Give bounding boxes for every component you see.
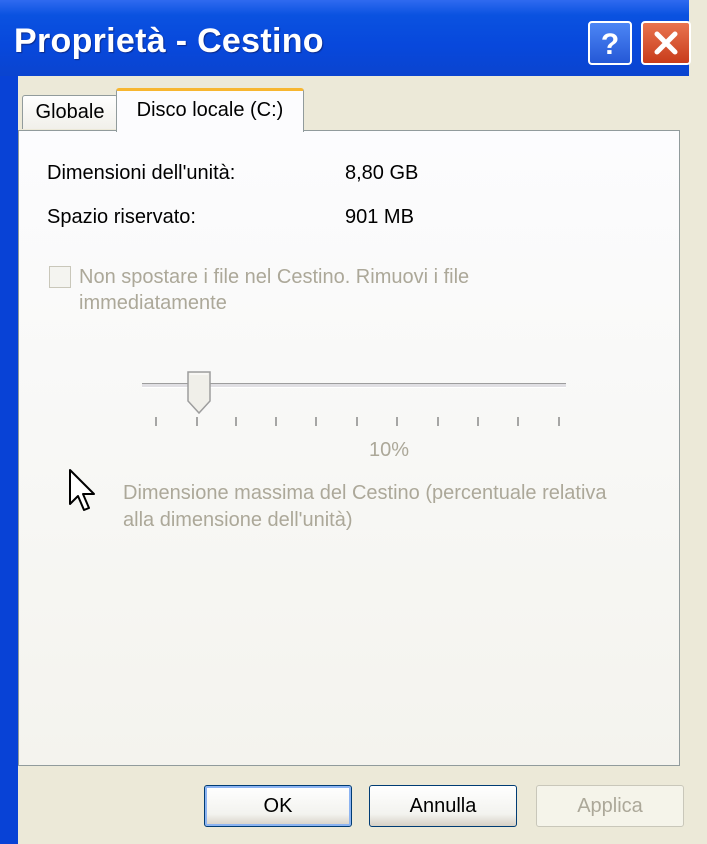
mouse-cursor-icon <box>68 468 96 519</box>
window-title: Proprietà - Cestino <box>14 22 324 60</box>
reserved-space-value: 901 MB <box>345 206 414 228</box>
help-icon: ? <box>597 27 623 59</box>
no-recycle-label-line1: Non spostare i file nel Cestino. Rimuovi… <box>79 266 470 288</box>
drive-size-value: 8,80 GB <box>345 162 419 184</box>
tab-globale[interactable]: Globale <box>22 95 118 129</box>
cancel-button[interactable]: Annulla <box>369 785 517 827</box>
close-icon <box>652 29 680 57</box>
drive-size-label: Dimensioni dell'unità: <box>47 162 236 184</box>
reserved-space-label: Spazio riservato: <box>47 206 196 228</box>
max-size-slider-thumb[interactable] <box>187 371 211 415</box>
tab-disco-locale[interactable]: Disco locale (C:) <box>116 88 304 132</box>
ok-button[interactable]: OK <box>204 785 352 827</box>
slider-description-line1: Dimensione massima del Cestino (percentu… <box>123 482 607 504</box>
apply-button[interactable]: Applica <box>536 785 684 827</box>
slider-description-line2: alla dimensione dell'unità) <box>123 509 353 531</box>
svg-text:?: ? <box>601 28 619 59</box>
title-bar[interactable]: Proprietà - Cestino ? <box>0 0 691 76</box>
close-button[interactable] <box>641 21 691 65</box>
no-recycle-checkbox[interactable] <box>49 266 71 288</box>
slider-value-label: 10% <box>369 439 410 461</box>
no-recycle-label-line2: immediatamente <box>79 292 227 314</box>
help-button[interactable]: ? <box>588 21 632 65</box>
